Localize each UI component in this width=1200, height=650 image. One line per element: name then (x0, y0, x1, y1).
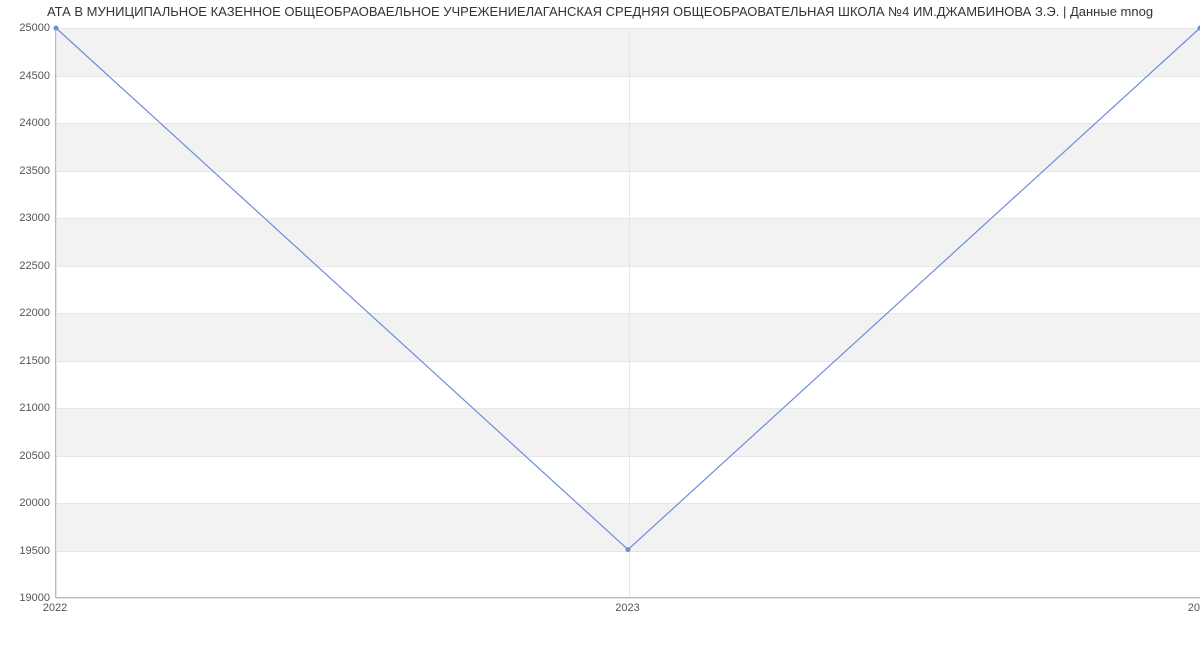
y-tick-label: 21000 (19, 402, 50, 414)
x-tick-label: 2024 (1188, 602, 1200, 614)
x-tick-label: 2023 (615, 602, 639, 614)
x-tick-label: 2022 (43, 602, 67, 614)
y-tick-label: 23500 (19, 165, 50, 177)
y-tick-label: 24500 (19, 70, 50, 82)
chart-title: АТА В МУНИЦИПАЛЬНОЕ КАЗЕННОЕ ОБЩЕОБРАОВА… (0, 0, 1200, 21)
y-tick-label: 25000 (19, 22, 50, 34)
y-gridline (56, 598, 1200, 599)
y-tick-label: 20000 (19, 497, 50, 509)
y-tick-label: 23000 (19, 212, 50, 224)
data-point (626, 547, 631, 552)
line-series (56, 28, 1200, 597)
plot-area (55, 28, 1200, 598)
y-tick-label: 20500 (19, 450, 50, 462)
y-tick-label: 19500 (19, 545, 50, 557)
data-point (54, 26, 59, 31)
y-tick-label: 24000 (19, 117, 50, 129)
y-tick-label: 22000 (19, 307, 50, 319)
y-tick-label: 22500 (19, 260, 50, 272)
y-tick-label: 21500 (19, 355, 50, 367)
